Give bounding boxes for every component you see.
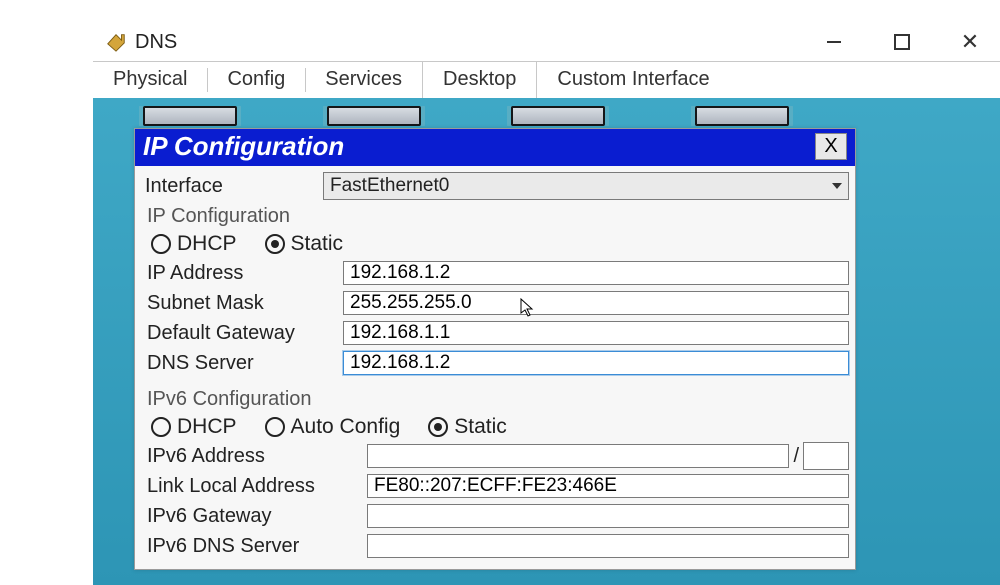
dialog-title: IP Configuration	[143, 131, 344, 162]
ipv4-section-title: IP Configuration	[147, 205, 849, 228]
ipv6-auto-radio[interactable]: Auto Config	[265, 415, 401, 439]
default-gateway-input[interactable]	[343, 321, 849, 345]
window-title: DNS	[135, 31, 177, 54]
radio-label: Static	[454, 415, 507, 439]
chevron-down-icon	[832, 183, 842, 189]
ipv6-dns-input[interactable]	[367, 534, 849, 558]
ipv6-dns-label: IPv6 DNS Server	[147, 535, 367, 558]
dialog-close-button[interactable]: X	[815, 133, 847, 160]
link-local-input[interactable]	[367, 474, 849, 498]
ipv6-section-title: IPv6 Configuration	[147, 388, 849, 411]
titlebar: DNS ✕	[105, 25, 1000, 59]
tab-custom-interface[interactable]: Custom Interface	[537, 62, 729, 98]
maximize-button[interactable]	[882, 28, 922, 56]
tab-desktop[interactable]: Desktop	[422, 61, 537, 99]
ipv6-prefix-input[interactable]	[803, 442, 849, 470]
subnet-mask-input[interactable]	[343, 291, 849, 315]
ipv6-gateway-label: IPv6 Gateway	[147, 505, 367, 528]
minimize-icon	[827, 41, 841, 43]
close-icon: ✕	[961, 29, 979, 55]
dns-server-input[interactable]	[343, 351, 849, 375]
radio-label: DHCP	[177, 415, 237, 439]
ip-address-label: IP Address	[147, 262, 343, 285]
ipv6-address-input[interactable]	[367, 444, 789, 468]
app-icon	[105, 31, 127, 53]
desktop-app-icon[interactable]	[695, 106, 789, 126]
minimize-button[interactable]	[814, 28, 854, 56]
maximize-icon	[894, 34, 910, 50]
interface-label: Interface	[145, 175, 323, 198]
interface-select[interactable]: FastEthernet0	[323, 172, 849, 200]
tab-physical[interactable]: Physical	[93, 62, 207, 98]
tab-bar: Physical Config Services Desktop Custom …	[93, 61, 1000, 99]
ipv6-static-radio[interactable]: Static	[428, 415, 507, 439]
radio-label: Static	[291, 232, 344, 256]
ipv6-gateway-input[interactable]	[367, 504, 849, 528]
ip-address-input[interactable]	[343, 261, 849, 285]
desktop-app-icon[interactable]	[327, 106, 421, 126]
tab-services[interactable]: Services	[305, 62, 422, 98]
ipv4-section: IP Configuration DHCP Static IP Address …	[145, 205, 849, 378]
close-button[interactable]: ✕	[950, 28, 990, 56]
radio-label: Auto Config	[291, 415, 401, 439]
interface-value: FastEthernet0	[330, 175, 449, 197]
ipv4-dhcp-radio[interactable]: DHCP	[151, 232, 237, 256]
ipv4-static-radio[interactable]: Static	[265, 232, 344, 256]
radio-label: DHCP	[177, 232, 237, 256]
link-local-label: Link Local Address	[147, 475, 367, 498]
default-gateway-label: Default Gateway	[147, 322, 343, 345]
dns-server-label: DNS Server	[147, 352, 343, 375]
tab-config[interactable]: Config	[207, 62, 305, 98]
desktop-app-icon[interactable]	[143, 106, 237, 126]
ip-config-dialog: IP Configuration X Interface FastEtherne…	[134, 128, 856, 570]
ipv6-address-label: IPv6 Address	[147, 445, 367, 468]
ipv6-section: IPv6 Configuration DHCP Auto Config Stat…	[145, 388, 849, 561]
subnet-mask-label: Subnet Mask	[147, 292, 343, 315]
desktop-app-icon[interactable]	[511, 106, 605, 126]
ipv6-dhcp-radio[interactable]: DHCP	[151, 415, 237, 439]
prefix-separator: /	[789, 445, 803, 468]
